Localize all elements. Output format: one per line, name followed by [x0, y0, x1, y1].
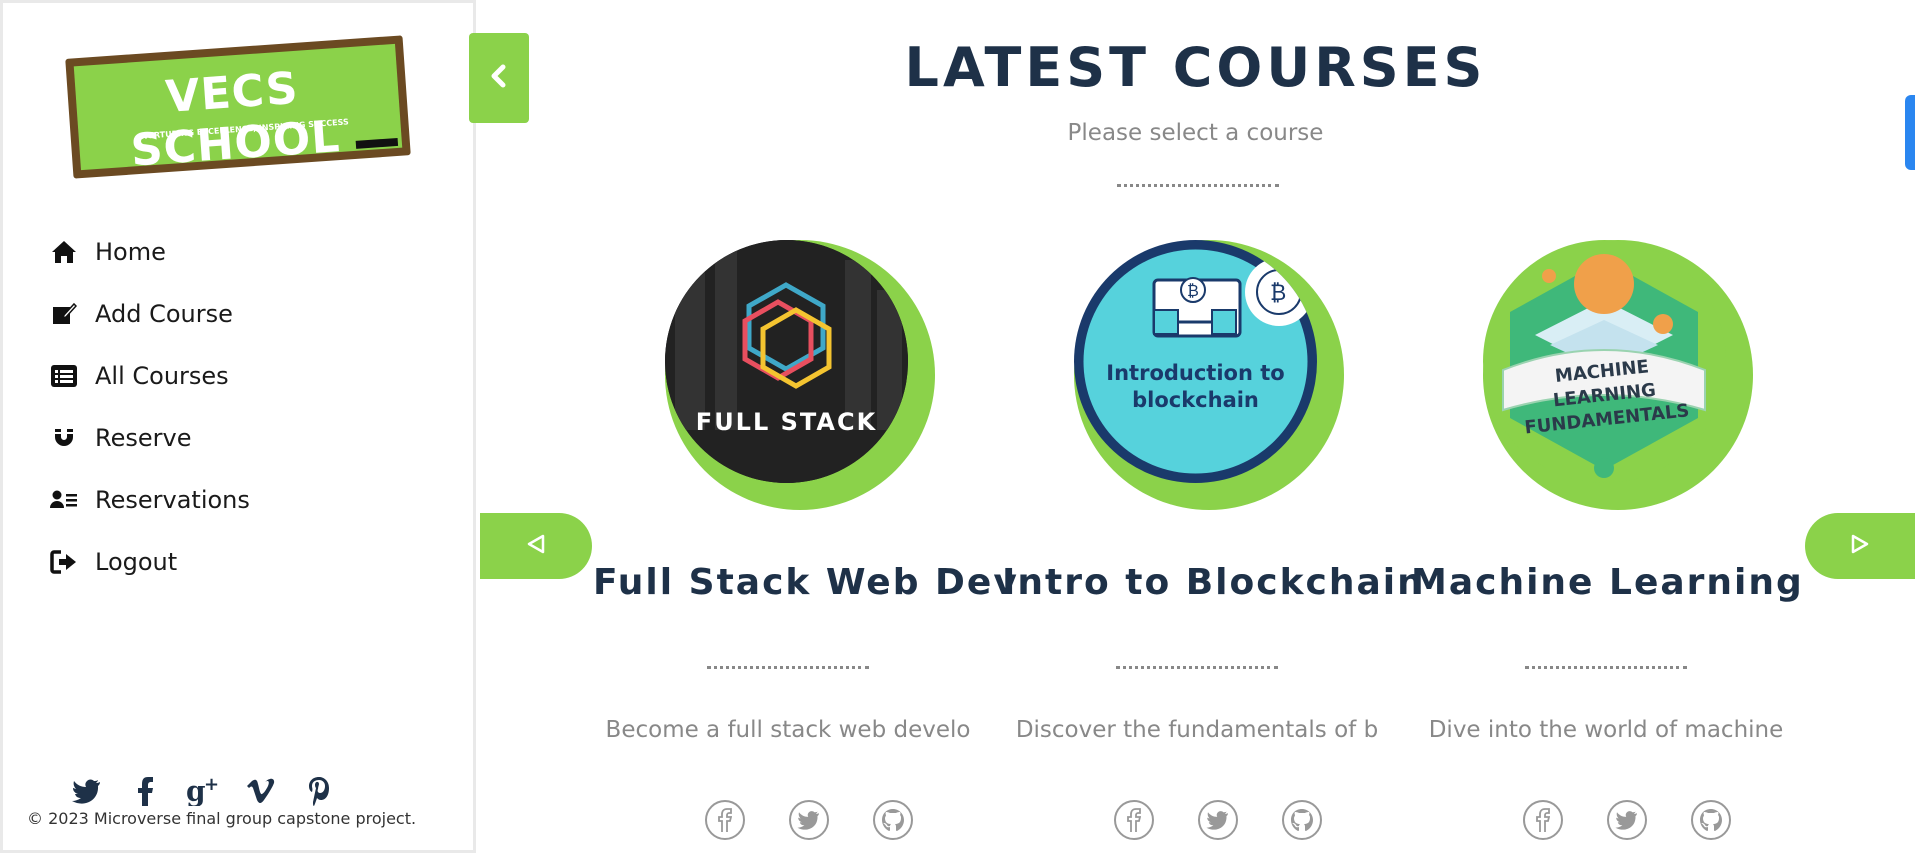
course-divider — [707, 666, 869, 669]
course-social-links — [1523, 800, 1731, 840]
copyright-text: © 2023 Microverse final group capstone p… — [27, 809, 416, 828]
home-icon — [49, 237, 79, 267]
copyright-label: 2023 Microverse final group capstone pro… — [48, 809, 417, 828]
magnet-icon — [49, 423, 79, 453]
title-divider — [1117, 184, 1279, 187]
course-social-links — [1114, 800, 1322, 840]
svg-text:₿: ₿ — [1187, 281, 1199, 300]
course-description: Discover the fundamentals of b — [1015, 717, 1379, 743]
course-title[interactable]: Full Stack Web Dev — [593, 562, 1017, 603]
sidebar-item-home[interactable]: Home — [49, 221, 250, 283]
twitter-icon[interactable] — [1198, 800, 1238, 840]
sidebar-item-logout[interactable]: Logout — [49, 531, 250, 593]
page-subtitle: Please select a course — [1067, 120, 1324, 146]
course-image[interactable]: ₿ ₿ Introduction to blockchain — [1074, 240, 1344, 510]
carousel-prev-button[interactable] — [480, 513, 592, 579]
blockchain-image: ₿ ₿ Introduction to blockchain — [1074, 240, 1317, 483]
sidebar-item-label: All Courses — [95, 362, 229, 390]
sidebar-item-all-courses[interactable]: All Courses — [49, 345, 250, 407]
course-divider — [1525, 666, 1687, 669]
course-image[interactable]: FULL STACK — [665, 240, 935, 510]
logo-board: VECS SCHOOL NURTURING EXCELLENCE, INSPIR… — [65, 35, 411, 179]
sidebar-nav: Home Add Course All Courses Reserve Rese… — [49, 221, 250, 593]
sidebar-item-label: Add Course — [95, 300, 233, 328]
carousel-next-button[interactable] — [1805, 513, 1915, 579]
sidebar-item-label: Logout — [95, 548, 178, 576]
sidebar-item-label: Reserve — [95, 424, 192, 452]
course-description: Become a full stack web develo — [605, 717, 971, 743]
github-icon[interactable] — [1691, 800, 1731, 840]
course-title[interactable]: Intro to Blockchain — [1002, 562, 1423, 603]
course-title[interactable]: Machine Learning — [1411, 562, 1802, 603]
pinterest-icon[interactable] — [297, 773, 341, 809]
twitter-icon[interactable] — [789, 800, 829, 840]
github-icon[interactable] — [873, 800, 913, 840]
github-icon[interactable] — [1282, 800, 1322, 840]
user-list-icon — [49, 485, 79, 515]
vimeo-icon[interactable] — [239, 773, 283, 809]
list-icon — [49, 361, 79, 391]
logout-icon — [49, 547, 79, 577]
edit-icon — [49, 299, 79, 329]
svg-text:+: + — [204, 776, 219, 795]
course-divider — [1116, 666, 1278, 669]
facebook-icon[interactable] — [1523, 800, 1563, 840]
twitter-icon[interactable] — [1607, 800, 1647, 840]
course-social-links — [705, 800, 913, 840]
social-links: g + — [65, 773, 341, 809]
sidebar-item-reservations[interactable]: Reservations — [49, 469, 250, 531]
sidebar-item-add-course[interactable]: Add Course — [49, 283, 250, 345]
school-logo[interactable]: VECS SCHOOL NURTURING EXCELLENCE, INSPIR… — [65, 35, 413, 179]
course-image-caption: FULL STACK — [695, 408, 878, 436]
google-plus-icon[interactable]: g + — [181, 773, 225, 809]
sidebar-item-reserve[interactable]: Reserve — [49, 407, 250, 469]
facebook-icon[interactable] — [123, 773, 167, 809]
svg-text:g: g — [186, 776, 206, 806]
twitter-icon[interactable] — [65, 773, 109, 809]
page-title: LATEST COURSES — [904, 36, 1487, 99]
facebook-icon[interactable] — [705, 800, 745, 840]
sidebar-item-label: Home — [95, 238, 166, 266]
sidebar: VECS SCHOOL NURTURING EXCELLENCE, INSPIR… — [0, 0, 476, 853]
machine-learning-image: MACHINE LEARNING FUNDAMENTALS — [1483, 240, 1726, 483]
facebook-icon[interactable] — [1114, 800, 1154, 840]
sidebar-item-label: Reservations — [95, 486, 250, 514]
svg-text:₿: ₿ — [1270, 281, 1286, 306]
full-stack-image: FULL STACK — [665, 240, 908, 483]
course-image-caption: Introduction to blockchain — [1106, 361, 1285, 412]
triangle-right-icon — [1849, 533, 1871, 559]
course-image[interactable]: MACHINE LEARNING FUNDAMENTALS — [1483, 240, 1753, 510]
course-description: Dive into the world of machine — [1428, 717, 1784, 743]
triangle-left-icon — [525, 533, 547, 559]
copyright-icon: © — [27, 809, 43, 828]
